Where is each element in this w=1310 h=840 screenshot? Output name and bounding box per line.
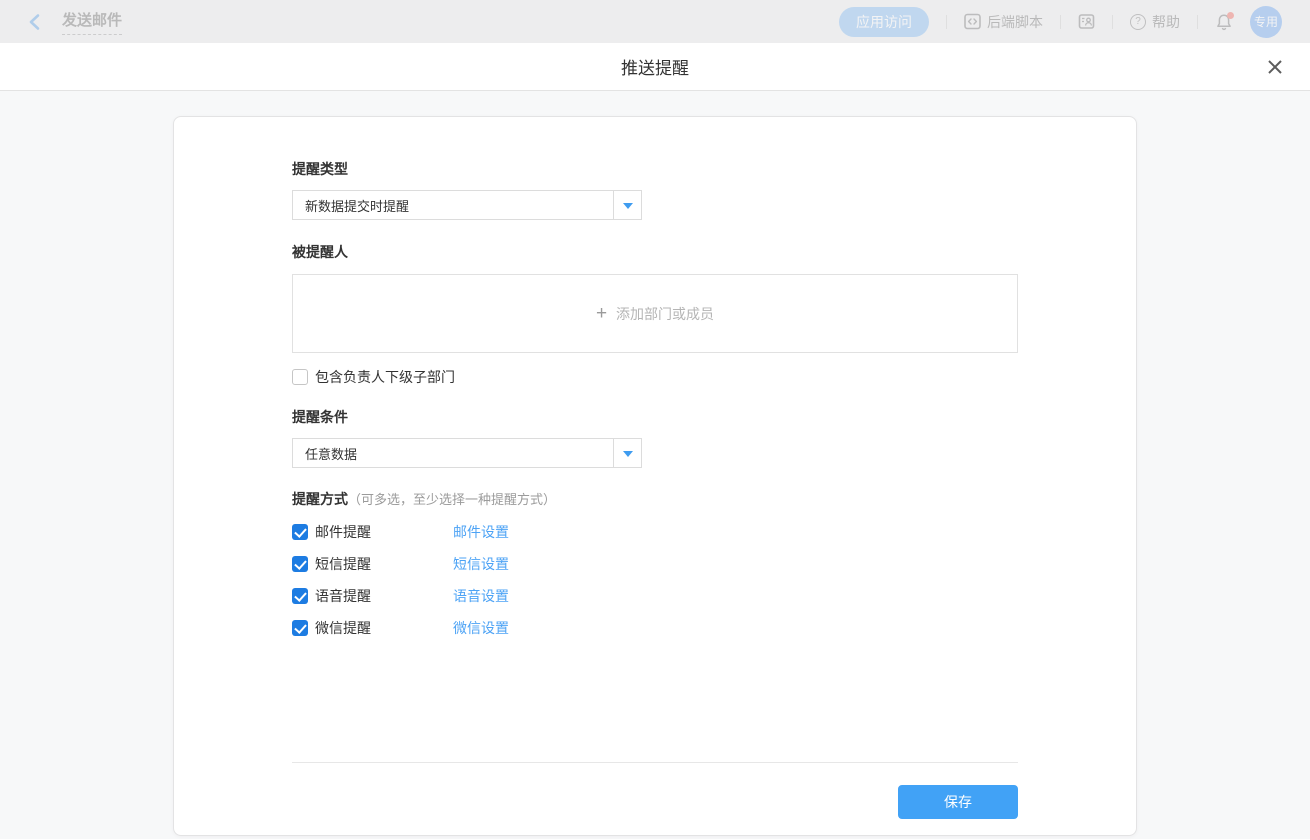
top-app-bar: 发送邮件 应用访问 后端脚本 ? 帮助 专用 [0,0,1310,43]
divider [1060,14,1061,29]
notifications-bell-icon[interactable] [1215,11,1234,31]
chevron-down-icon[interactable] [613,439,641,467]
method-row-email: 邮件提醒 邮件设置 [292,524,1018,540]
reminder-condition-value: 任意数据 [305,446,358,462]
code-icon [964,13,981,30]
include-sub-departments-row: 包含负责人下级子部门 [292,369,1018,385]
wechat-reminder-checkbox[interactable] [292,620,308,636]
footer-divider [292,762,1018,763]
modal-body: 提醒类型 新数据提交时提醒 被提醒人 + 添加部门或成员 包含负责人下级子部门 … [0,91,1310,839]
reminder-type-value: 新数据提交时提醒 [305,198,410,214]
include-sub-departments-checkbox[interactable] [292,369,308,385]
app-access-button[interactable]: 应用访问 [839,6,929,37]
method-row-wechat: 微信提醒 微信设置 [292,620,1018,636]
save-button[interactable]: 保存 [898,785,1018,819]
email-reminder-label: 邮件提醒 [315,524,371,540]
reminder-type-select[interactable]: 新数据提交时提醒 [292,190,642,220]
top-app-bar-content: 发送邮件 应用访问 后端脚本 ? 帮助 专用 [0,0,1310,43]
notification-badge [1227,11,1234,19]
divider [946,14,947,29]
help-button[interactable]: ? 帮助 [1130,12,1180,32]
add-member-button[interactable]: + 添加部门或成员 [292,274,1018,353]
include-sub-departments-label: 包含负责人下级子部门 [315,369,455,385]
voice-reminder-label: 语音提醒 [315,588,371,604]
reminder-methods-title: 提醒方式 [292,491,348,507]
page-breadcrumb-title[interactable]: 发送邮件 [62,9,123,35]
reminder-methods-label: 提醒方式（可多选，至少选择一种提醒方式） [292,491,1018,508]
reminder-condition-label: 提醒条件 [292,409,348,425]
question-mark-icon: ? [1130,13,1146,30]
sms-reminder-label: 短信提醒 [315,556,371,572]
contact-card-button[interactable] [1078,13,1095,30]
method-row-sms: 短信提醒 短信设置 [292,556,1018,572]
plus-icon: + [595,302,608,324]
voice-reminder-checkbox[interactable] [292,588,308,604]
reminder-methods-hint: （可多选，至少选择一种提醒方式） [348,492,557,507]
wechat-reminder-label: 微信提醒 [315,620,371,636]
backend-script-button[interactable]: 后端脚本 [964,12,1043,32]
back-icon[interactable] [26,13,44,31]
avatar[interactable]: 专用 [1250,5,1282,38]
sms-settings-link[interactable]: 短信设置 [453,554,509,574]
modal-header: 推送提醒 [0,43,1310,91]
push-reminder-form-card: 提醒类型 新数据提交时提醒 被提醒人 + 添加部门或成员 包含负责人下级子部门 … [173,116,1137,836]
reminder-condition-select[interactable]: 任意数据 [292,438,642,468]
close-icon[interactable] [1263,55,1287,79]
reminded-people-label: 被提醒人 [292,244,348,260]
modal-title: 推送提醒 [621,59,689,78]
sms-reminder-checkbox[interactable] [292,556,308,572]
backend-script-label: 后端脚本 [987,13,1043,30]
method-row-voice: 语音提醒 语音设置 [292,588,1018,604]
wechat-settings-link[interactable]: 微信设置 [453,618,509,638]
email-settings-link[interactable]: 邮件设置 [453,522,509,542]
add-member-placeholder: 添加部门或成员 [616,305,715,322]
divider [1112,14,1113,29]
divider [1197,14,1198,29]
voice-settings-link[interactable]: 语音设置 [453,586,509,606]
contact-card-icon [1078,14,1095,29]
topbar-actions: 应用访问 后端脚本 ? 帮助 专用 [839,5,1282,38]
chevron-down-icon[interactable] [613,191,641,219]
help-label: 帮助 [1152,13,1180,30]
footer-actions: 保存 [292,785,1018,819]
reminder-type-label: 提醒类型 [292,161,348,177]
email-reminder-checkbox[interactable] [292,524,308,540]
